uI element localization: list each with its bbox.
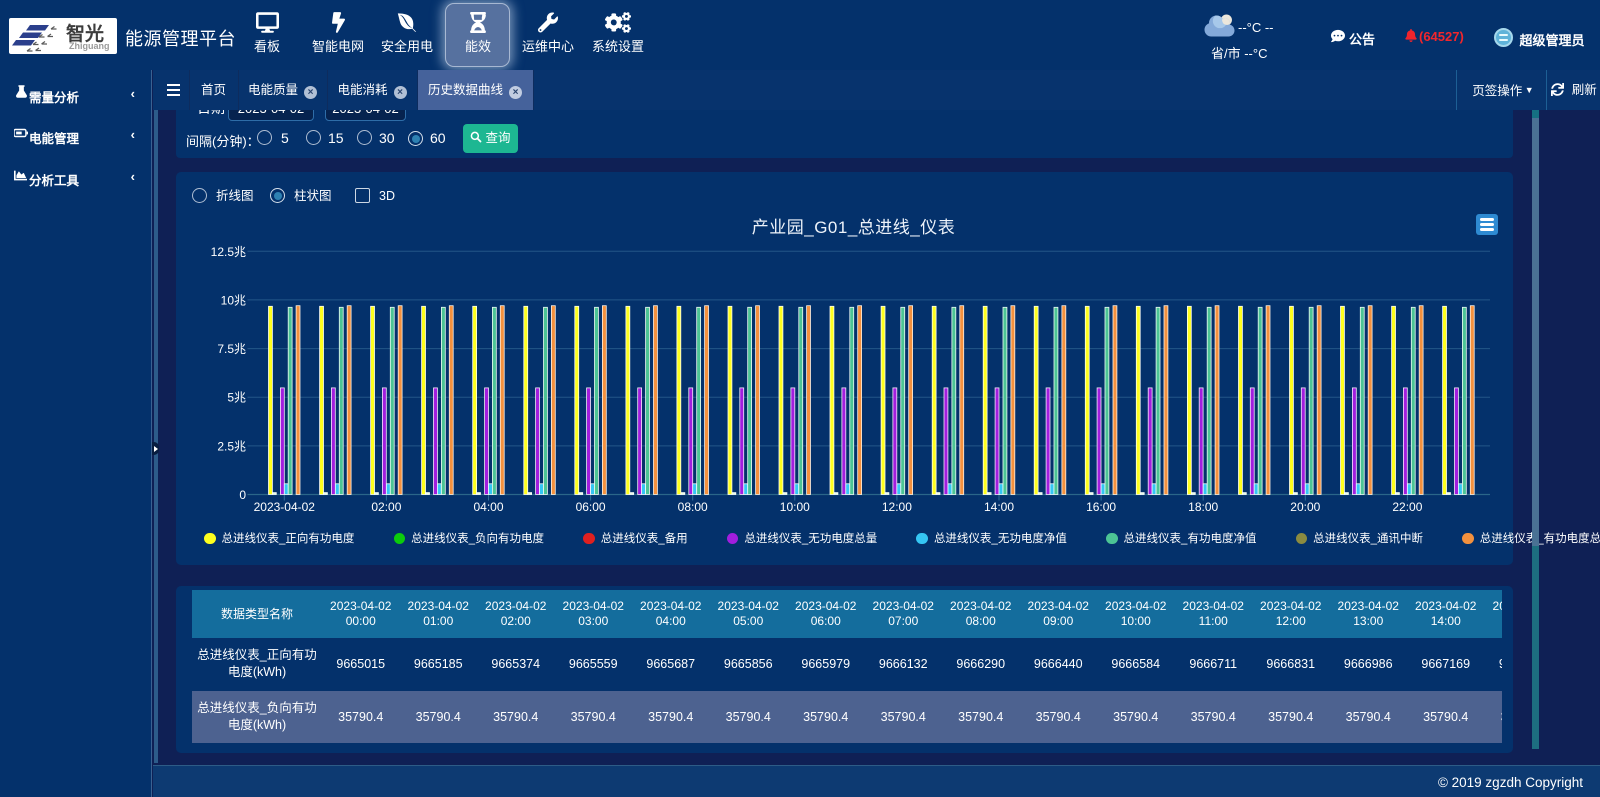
svg-text:02:00: 02:00 [371,500,401,514]
svg-text:12:00: 12:00 [882,500,912,514]
svg-text:0: 0 [239,488,246,502]
svg-text:7.5兆: 7.5兆 [217,342,246,356]
svg-text:06:00: 06:00 [576,500,606,514]
svg-text:22:00: 22:00 [1392,500,1422,514]
svg-text:18:00: 18:00 [1188,500,1218,514]
svg-text:Zhiguang: Zhiguang [69,41,110,51]
svg-text:20:00: 20:00 [1290,500,1320,514]
svg-text:5兆: 5兆 [227,391,246,405]
svg-text:04:00: 04:00 [473,500,503,514]
svg-text:2023-04-02: 2023-04-02 [254,500,316,514]
svg-text:14:00: 14:00 [984,500,1014,514]
svg-text:16:00: 16:00 [1086,500,1116,514]
svg-text:12.5兆: 12.5兆 [211,245,246,259]
svg-text:08:00: 08:00 [678,500,708,514]
svg-text:10兆: 10兆 [221,293,246,307]
svg-text:2.5兆: 2.5兆 [217,439,246,453]
svg-text:10:00: 10:00 [780,500,810,514]
